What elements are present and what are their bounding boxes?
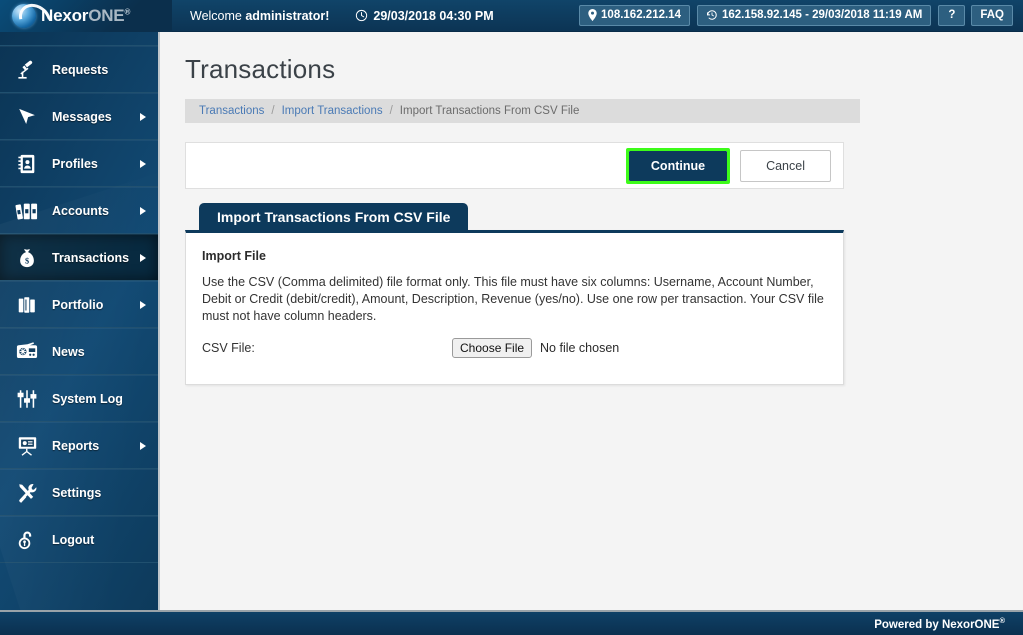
sidebar-top-strip <box>0 32 158 46</box>
faq-button[interactable]: FAQ <box>971 5 1013 26</box>
csv-file-label: CSV File: <box>202 341 255 355</box>
file-status-text: No file chosen <box>540 341 620 355</box>
choose-file-button[interactable]: Choose File <box>452 338 533 358</box>
current-datetime-text: 29/03/2018 04:30 PM <box>373 8 494 23</box>
sidebar-item-accounts[interactable]: Accounts <box>0 187 158 234</box>
current-ip-text: 108.162.212.14 <box>601 9 681 22</box>
footer-bar: Powered by NexorONE® <box>0 610 1023 635</box>
sidebar-item-news[interactable]: News <box>0 328 158 375</box>
top-header-bar: NexorONE® Welcome administrator! 29/03/2… <box>0 0 1023 32</box>
sidebar-item-portfolio[interactable]: Portfolio <box>0 281 158 328</box>
action-bar: Continue Cancel <box>185 142 844 189</box>
sidebar-item-label: Reports <box>52 438 100 453</box>
footer-powered-by-text: Powered by NexorONE® <box>874 616 1005 631</box>
sidebar-item-label: System Log <box>52 391 123 406</box>
welcome-username: administrator! <box>245 8 330 23</box>
last-login-text: 162.158.92.145 - 29/03/2018 11:19 AM <box>721 9 923 22</box>
unlocked-padlock-icon <box>14 527 40 553</box>
sidebar-item-label: Requests <box>52 62 109 77</box>
sidebar-item-label: Accounts <box>52 203 109 218</box>
nexor-sphere-logo-icon <box>12 0 57 32</box>
tab-import-transactions-from-csv-file[interactable]: Import Transactions From CSV File <box>199 203 469 230</box>
app-root: NexorONE® Welcome administrator! 29/03/2… <box>0 0 1023 635</box>
continue-button[interactable]: Continue <box>628 150 728 181</box>
current-ip-chip[interactable]: 108.162.212.14 <box>579 5 690 26</box>
logo-registered-mark: ® <box>124 7 131 17</box>
main-content: Transactions Transactions / Import Trans… <box>162 32 1023 610</box>
sidebar-item-label: Settings <box>52 485 102 500</box>
sidebar-item-system-log[interactable]: System Log <box>0 375 158 422</box>
sidebar-item-transactions[interactable]: $ Transactions <box>0 234 158 281</box>
chevron-right-icon <box>140 253 146 262</box>
help-button[interactable]: ? <box>938 5 966 26</box>
location-pin-icon <box>588 9 597 22</box>
sidebar-navigation: Requests Messages Profiles Accounts $ Tr… <box>0 32 160 610</box>
logo-text: NexorONE® <box>41 7 130 24</box>
chevron-right-icon <box>140 206 146 215</box>
app-logo[interactable]: NexorONE® <box>0 0 172 32</box>
breadcrumb: Transactions / Import Transactions / Imp… <box>185 99 860 123</box>
sidebar-item-messages[interactable]: Messages <box>0 93 158 140</box>
radio-icon <box>14 339 40 365</box>
footer-registered-mark: ® <box>999 616 1005 626</box>
chevron-right-icon <box>140 300 146 309</box>
continue-button-highlight: Continue <box>625 147 731 184</box>
sidebar-item-requests[interactable]: Requests <box>0 46 158 93</box>
lamp-icon <box>14 57 40 83</box>
page-title: Transactions <box>185 54 336 84</box>
chevron-right-icon <box>140 159 146 168</box>
sidebar-item-logout[interactable]: Logout <box>0 516 158 563</box>
breadcrumb-separator: / <box>271 105 275 117</box>
csv-file-row: CSV File: Choose File No file chosen <box>202 338 827 358</box>
sidebar-item-label: Messages <box>52 109 112 124</box>
address-book-icon <box>14 151 40 177</box>
sliders-icon <box>14 386 40 412</box>
sidebar-item-label: Portfolio <box>52 297 104 312</box>
presentation-icon <box>14 433 40 459</box>
sidebar-item-profiles[interactable]: Profiles <box>0 140 158 187</box>
clock-icon <box>356 9 368 22</box>
sidebar-item-label: News <box>52 344 85 359</box>
chevron-right-icon <box>140 441 146 450</box>
breadcrumb-current: Import Transactions From CSV File <box>399 105 580 117</box>
panel-heading: Import File <box>202 249 266 263</box>
last-login-chip[interactable]: 162.158.92.145 - 29/03/2018 11:19 AM <box>696 5 932 26</box>
current-datetime: 29/03/2018 04:30 PM <box>355 8 494 23</box>
tools-icon <box>14 480 40 506</box>
breadcrumb-link-transactions[interactable]: Transactions <box>199 105 264 117</box>
sidebar-item-label: Profiles <box>52 156 98 171</box>
welcome-message: Welcome administrator! <box>190 9 329 23</box>
sidebar-item-label: Transactions <box>52 250 130 265</box>
import-file-panel: Import File Use the CSV (Comma delimited… <box>185 230 844 385</box>
logo-swoosh-icon <box>13 0 57 32</box>
money-bag-icon: $ <box>14 245 40 271</box>
sidebar-item-label: Logout <box>52 532 95 547</box>
cancel-button[interactable]: Cancel <box>740 149 831 182</box>
panel-description: Use the CSV (Comma delimited) file forma… <box>202 275 824 323</box>
sidebar-item-settings[interactable]: Settings <box>0 469 158 516</box>
svg-text:$: $ <box>25 256 29 265</box>
cursor-arrow-icon <box>14 104 40 130</box>
breadcrumb-separator: / <box>389 105 393 117</box>
footer-text: Powered by NexorONE <box>874 618 1000 631</box>
welcome-prefix: Welcome <box>190 8 246 23</box>
history-clock-icon <box>706 10 717 21</box>
chevron-right-icon <box>140 112 146 121</box>
briefcase-icon <box>14 292 40 318</box>
logo-text-one: ONE <box>88 6 125 25</box>
tab-bar: Import Transactions From CSV File <box>185 203 844 230</box>
binders-icon <box>14 198 40 224</box>
sidebar-item-reports[interactable]: Reports <box>0 422 158 469</box>
breadcrumb-link-import-transactions[interactable]: Import Transactions <box>282 105 383 117</box>
